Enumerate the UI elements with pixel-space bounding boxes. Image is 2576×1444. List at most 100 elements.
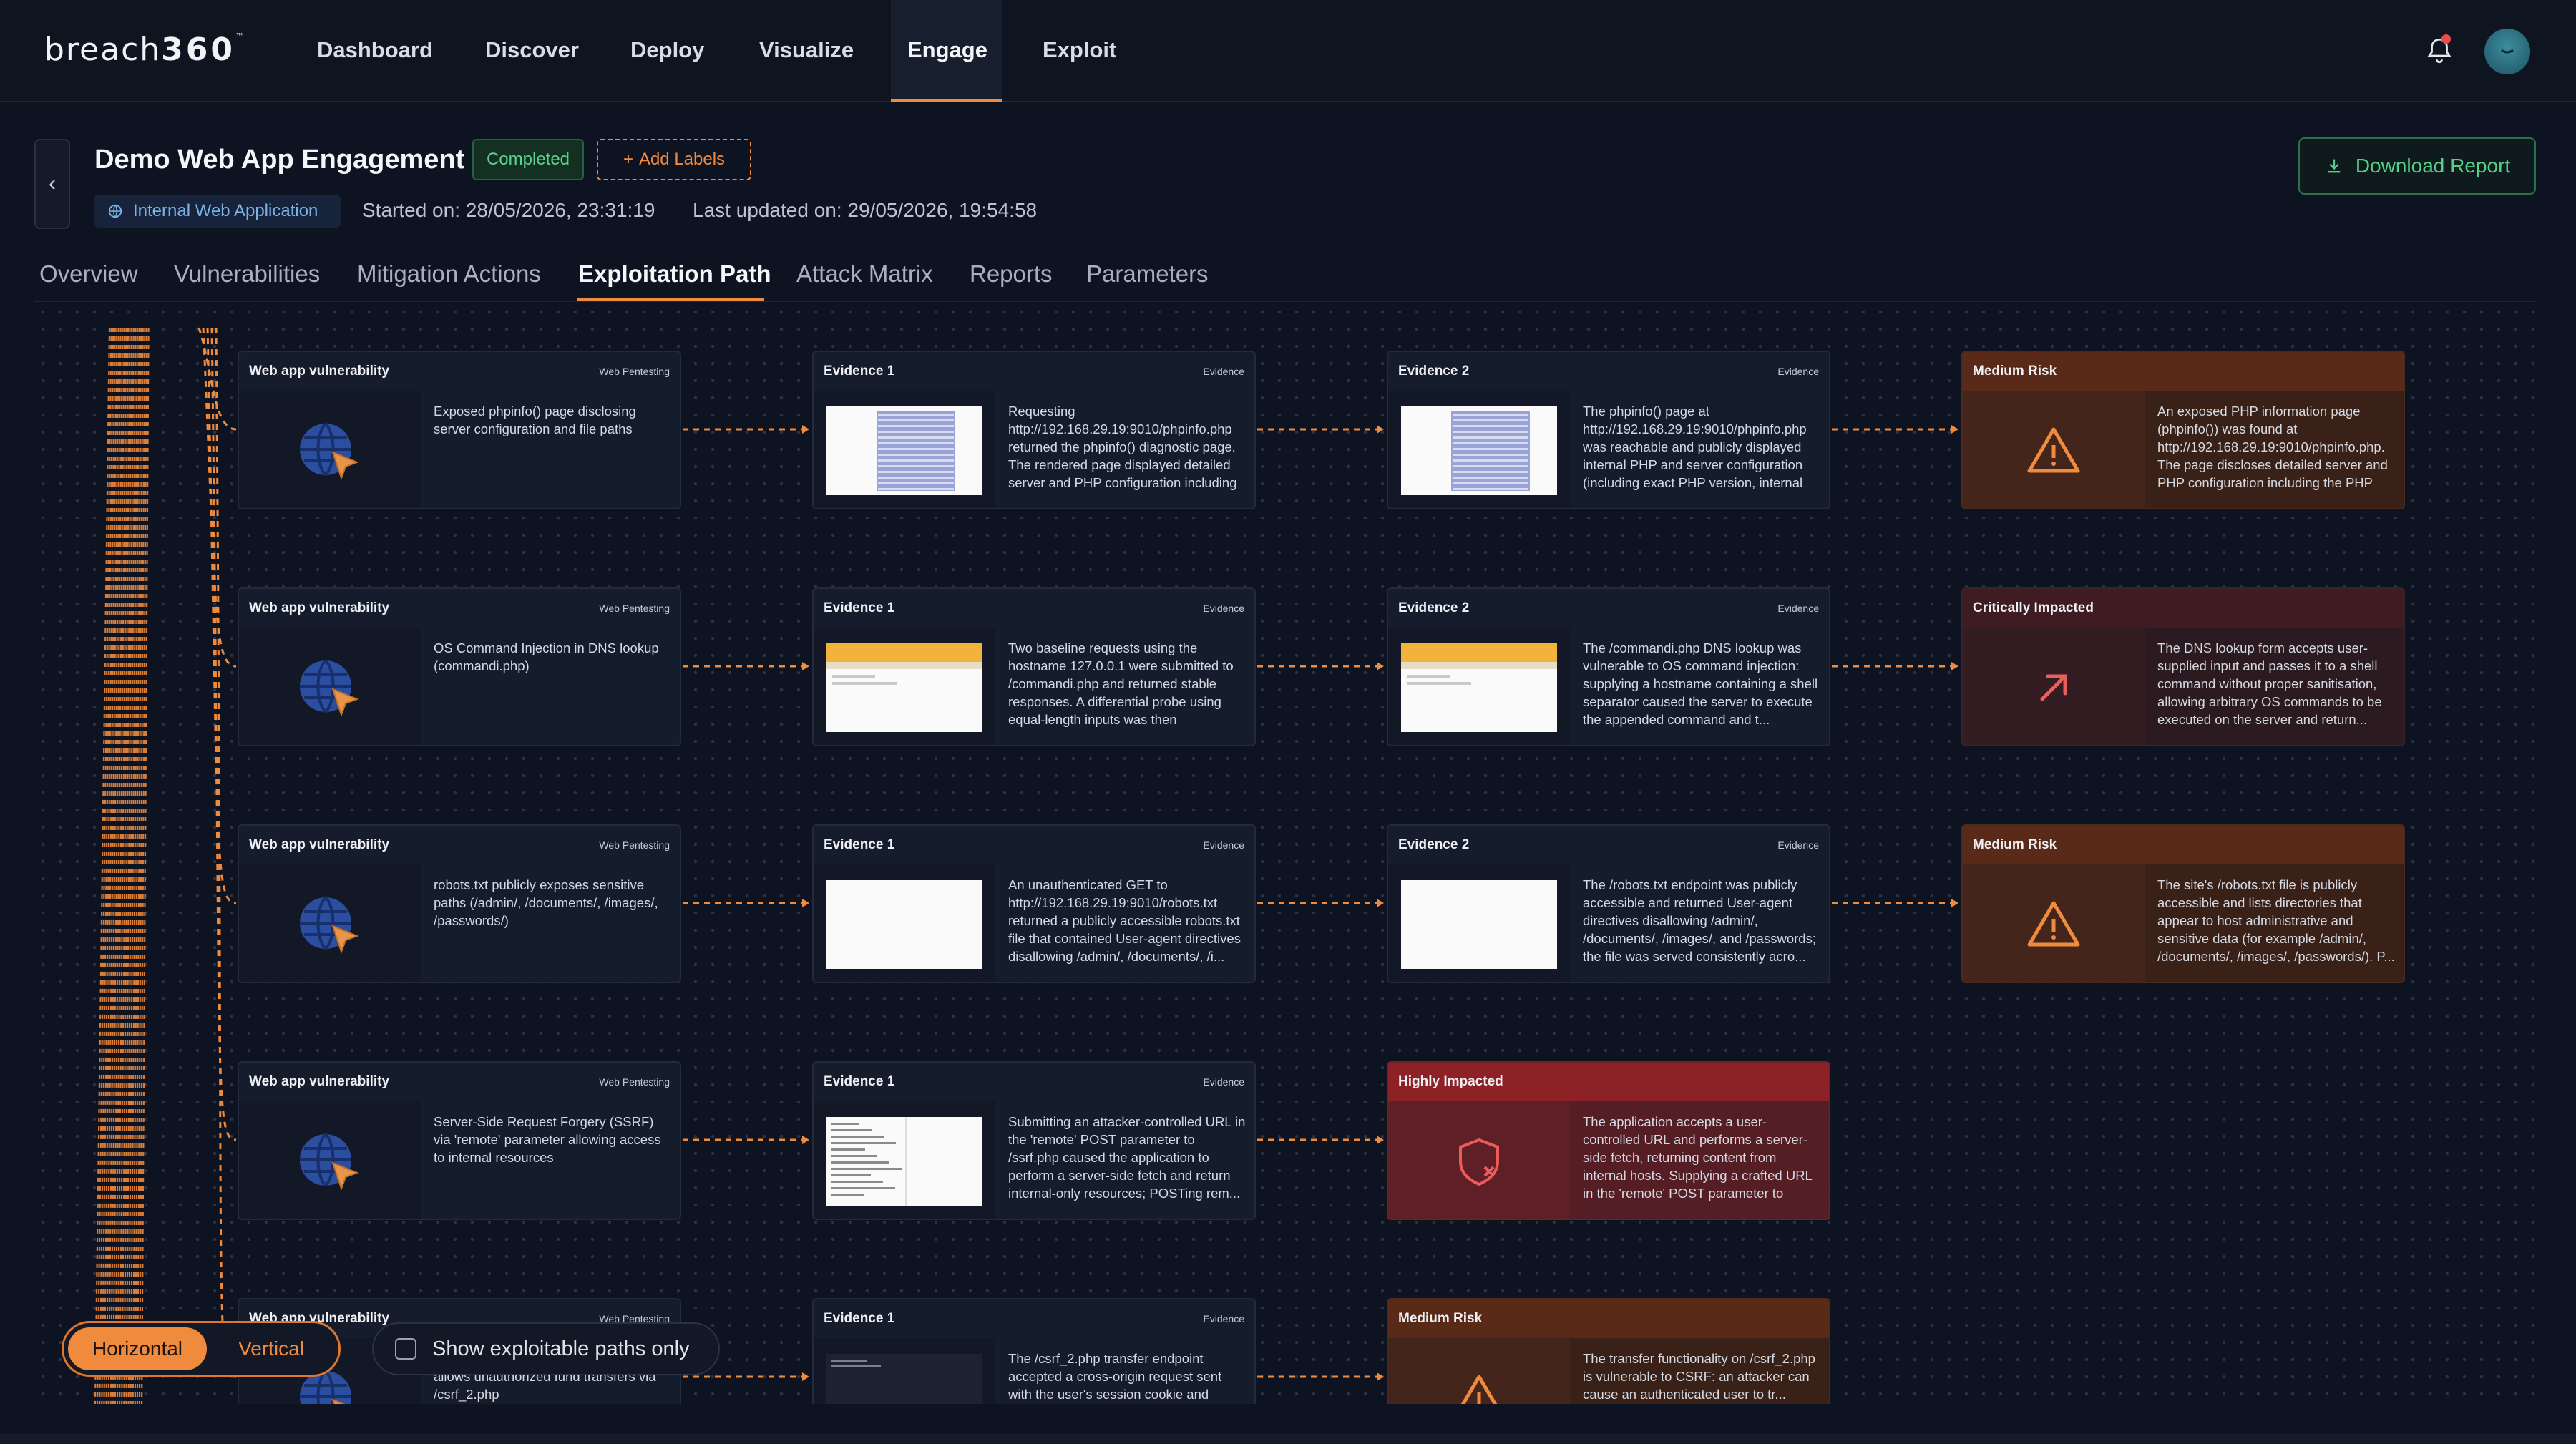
root-connector-line: [109, 327, 124, 1404]
card-thumbnail: [239, 628, 421, 745]
warning-icon: [2027, 901, 2080, 947]
impact-card[interactable]: Medium Risk An exposed PHP information pa…: [1961, 351, 2405, 509]
card-title: Web app vulnerability: [249, 837, 390, 852]
card-header: Web app vulnerability Web Pentesting: [239, 589, 680, 628]
card-tag: Evidence: [1777, 839, 1819, 851]
nav-item-dashboard[interactable]: Dashboard: [317, 37, 433, 63]
card-title: Evidence 2: [1398, 600, 1470, 615]
root-connector-line: [138, 327, 148, 1404]
updated-timestamp: Last updated on: 29/05/2026, 19:54:58: [693, 199, 1038, 221]
connector-arrowhead: [1377, 1372, 1384, 1381]
impact-card[interactable]: Medium Risk The transfer functionality on…: [1387, 1298, 1830, 1404]
card-title: Web app vulnerability: [249, 1074, 390, 1089]
card-title: Critically Impacted: [1973, 600, 2094, 615]
tab-attack-matrix[interactable]: Attack Matrix: [796, 260, 933, 288]
root-branch-connector: [206, 327, 237, 904]
evidence-card[interactable]: Evidence 2 Evidence The phpinfo() page at …: [1387, 351, 1830, 509]
evidence-card[interactable]: Evidence 1 Evidence Two baseline requests …: [812, 587, 1256, 746]
globe-cursor-icon: [300, 422, 359, 480]
root-connector-line: [136, 327, 146, 1404]
evidence-screenshot[interactable]: [1401, 643, 1557, 732]
top-navigation: breach360™ Dashboard Discover Deploy Vis…: [0, 0, 2576, 102]
connector-arrowhead: [802, 899, 809, 907]
vulnerability-card[interactable]: Web app vulnerability Web Pentesting Expos…: [238, 351, 681, 509]
tab-exploitation-path[interactable]: Exploitation Path: [578, 260, 771, 288]
vulnerability-card[interactable]: Web app vulnerability Web Pentesting Serve…: [238, 1061, 681, 1220]
root-connector-line: [99, 327, 114, 1404]
back-button[interactable]: ‹: [34, 139, 70, 229]
status-badge: Completed: [472, 139, 584, 180]
evidence-screenshot[interactable]: [826, 1117, 982, 1206]
evidence-screenshot[interactable]: [1401, 880, 1557, 969]
nav-item-discover[interactable]: Discover: [485, 37, 579, 63]
root-connector-line: [134, 327, 144, 1404]
evidence-card[interactable]: Evidence 1 Evidence Requesting http://192.…: [812, 351, 1256, 509]
evidence-card[interactable]: Evidence 1 Evidence Submitting an attacker…: [812, 1061, 1256, 1220]
evidence-screenshot[interactable]: [826, 406, 982, 495]
download-icon: [2328, 159, 2340, 173]
impact-card[interactable]: Highly Impacted The application accepts a…: [1387, 1061, 1830, 1220]
evidence-card[interactable]: Evidence 1 Evidence The /csrf_2.php transf…: [812, 1298, 1256, 1404]
card-thumbnail: [1963, 628, 2145, 745]
card-description: The transfer functionality on /csrf_2.ph…: [1583, 1351, 1815, 1402]
card-title: Highly Impacted: [1398, 1074, 1503, 1089]
evidence-screenshot[interactable]: [826, 643, 982, 732]
evidence-card[interactable]: Evidence 2 Evidence The /commandi.php DNS …: [1387, 587, 1830, 746]
card-header: Highly Impacted: [1388, 1063, 1829, 1101]
nav-item-visualize[interactable]: Visualize: [759, 37, 854, 63]
root-connector-line: [132, 327, 142, 1404]
tab-reports[interactable]: Reports: [970, 260, 1053, 288]
root-connector-line: [125, 327, 137, 1404]
impact-card[interactable]: Critically Impacted The DNS lookup form a…: [1961, 587, 2405, 746]
exploitation-path-canvas[interactable]: Web app vulnerability Web Pentesting Expos…: [34, 303, 2536, 1404]
card-description: The DNS lookup form accepts user-supplie…: [2157, 640, 2382, 727]
evidence-screenshot[interactable]: [826, 1354, 982, 1404]
vulnerability-card[interactable]: Web app vulnerability Web Pentesting OS Co…: [238, 587, 681, 746]
card-description: The phpinfo() page at http://192.168.29.…: [1583, 404, 1807, 494]
connector-arrowhead: [1951, 662, 1958, 670]
evidence-screenshot[interactable]: [826, 880, 982, 969]
tab-vulnerabilities[interactable]: Vulnerabilities: [174, 260, 320, 288]
notification-dot: [2441, 34, 2451, 44]
card-header: Evidence 1 Evidence: [814, 352, 1254, 391]
card-title: Evidence 1: [824, 837, 895, 852]
card-thumbnail: [814, 1338, 995, 1404]
card-title: Medium Risk: [1398, 1311, 1483, 1326]
card-title: Medium Risk: [1973, 837, 2057, 852]
card-header: Evidence 2 Evidence: [1388, 826, 1829, 864]
connector-arrowhead: [1377, 899, 1384, 907]
evidence-card[interactable]: Evidence 2 Evidence The /robots.txt endpoi…: [1387, 824, 1830, 983]
impact-card[interactable]: Medium Risk The site's /robots.txt file i…: [1961, 824, 2405, 983]
divider: [34, 301, 2536, 302]
tab-parameters[interactable]: Parameters: [1086, 260, 1209, 288]
card-tag: Web Pentesting: [599, 839, 670, 851]
card-tag: Evidence: [1203, 839, 1244, 851]
card-description: Server-Side Request Forgery (SSRF) via '…: [434, 1114, 661, 1165]
vertical-toggle-button[interactable]: Vertical: [207, 1327, 336, 1370]
nav-item-engage[interactable]: Engage: [907, 37, 987, 63]
evidence-card[interactable]: Evidence 1 Evidence An unauthenticated GET…: [812, 824, 1256, 983]
exploitable-paths-filter[interactable]: Show exploitable paths only: [372, 1322, 720, 1375]
nav-item-exploit[interactable]: Exploit: [1043, 37, 1116, 63]
tab-overview[interactable]: Overview: [39, 260, 138, 288]
evidence-screenshot[interactable]: [1401, 406, 1557, 495]
download-report-button[interactable]: Download Report: [2298, 137, 2536, 195]
card-title: Web app vulnerability: [249, 600, 390, 615]
add-labels-button[interactable]: + Add Labels: [597, 139, 751, 180]
page-title: Demo Web App Engagement: [94, 145, 465, 175]
tab-mitigation-actions[interactable]: Mitigation Actions: [357, 260, 541, 288]
avatar[interactable]: [2484, 29, 2530, 74]
card-thumbnail: [239, 391, 421, 508]
card-description: The /commandi.php DNS lookup was vulnera…: [1583, 640, 1818, 727]
horizontal-toggle-button[interactable]: Horizontal: [68, 1327, 207, 1370]
card-title: Evidence 2: [1398, 837, 1470, 852]
exploitable-checkbox[interactable]: [395, 1338, 416, 1360]
nav-item-deploy[interactable]: Deploy: [630, 37, 704, 63]
card-tag: Evidence: [1203, 1313, 1244, 1325]
vulnerability-card[interactable]: Web app vulnerability Web Pentesting robot…: [238, 824, 681, 983]
brand-logo[interactable]: breach360™: [44, 31, 245, 68]
card-thumbnail: [239, 864, 421, 982]
plus-icon: +: [623, 150, 633, 169]
nav-active-underline: [891, 99, 1002, 102]
engagement-type-chip: Internal Web Application: [94, 195, 341, 228]
